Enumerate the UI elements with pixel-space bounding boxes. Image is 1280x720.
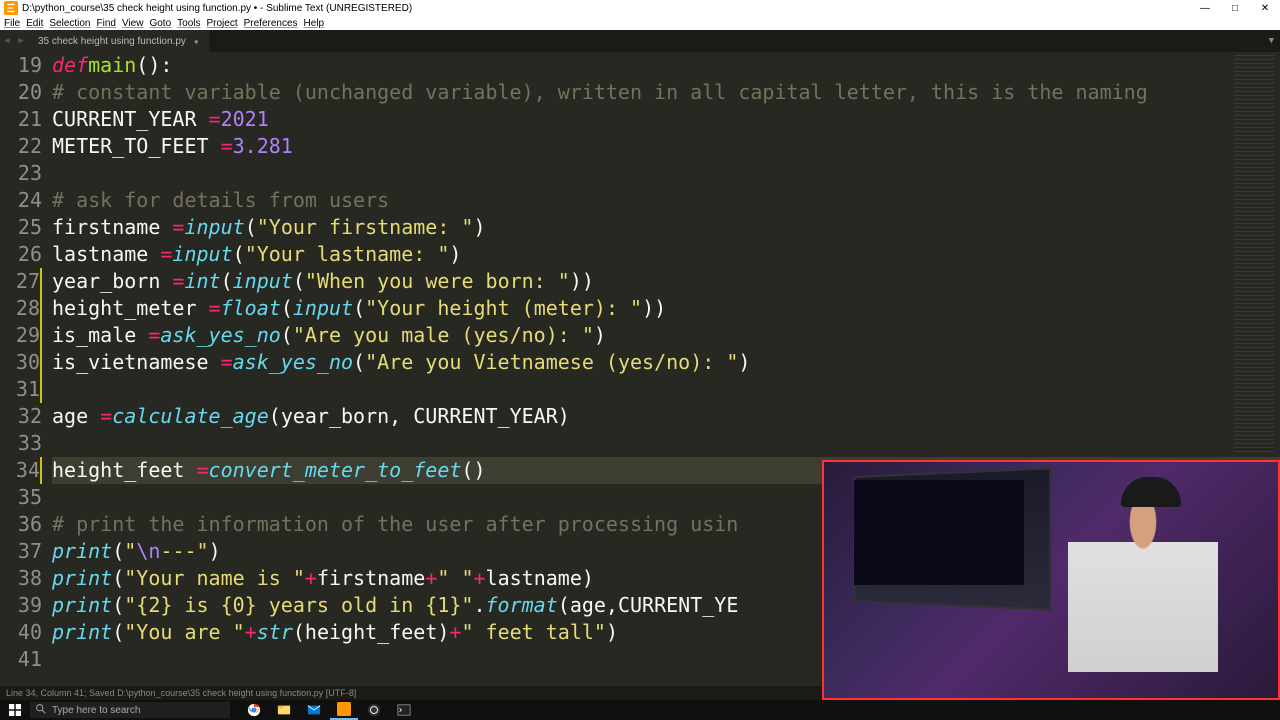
line-number: 21 [0,106,42,133]
code-line[interactable] [52,430,1280,457]
line-number: 36 [0,511,42,538]
menu-tools[interactable]: Tools [177,18,200,29]
line-number: 19 [0,52,42,79]
code-line[interactable]: # constant variable (unchanged variable)… [52,79,1280,106]
app-icon [4,1,18,15]
code-line[interactable]: year_born = int(input("When you were bor… [52,268,1280,295]
tab-overflow-button[interactable]: ▼ [1269,36,1280,46]
menu-selection[interactable]: Selection [49,18,90,29]
tab-dirty-icon: ● [194,37,199,46]
menu-goto[interactable]: Goto [149,18,171,29]
file-tab[interactable]: 35 check height using function.py ● [28,30,209,52]
taskbar-sublime-icon[interactable] [330,700,358,720]
taskbar-search[interactable]: Type here to search [30,702,230,718]
line-number: 22 [0,133,42,160]
line-number: 27 [0,268,42,295]
line-number: 25 [0,214,42,241]
start-button[interactable] [0,700,30,720]
menu-find[interactable]: Find [97,18,116,29]
line-number: 33 [0,430,42,457]
webcam-overlay [822,460,1280,700]
line-number: 29 [0,322,42,349]
code-line[interactable]: is_male = ask_yes_no("Are you male (yes/… [52,322,1280,349]
window-title: D:\python_course\35 check height using f… [22,3,1190,14]
code-line[interactable]: def main(): [52,52,1280,79]
line-number: 37 [0,538,42,565]
line-number: 31 [0,376,42,403]
line-number-gutter: 1920212223242526272829303132333435363738… [0,52,48,686]
windows-taskbar: Type here to search [0,700,1280,720]
line-number: 28 [0,295,42,322]
code-line[interactable]: firstname = input("Your firstname: ") [52,214,1280,241]
code-line[interactable]: # ask for details from users [52,187,1280,214]
menu-view[interactable]: View [122,18,144,29]
menu-help[interactable]: Help [304,18,325,29]
close-button[interactable]: ✕ [1250,0,1280,16]
line-number: 38 [0,565,42,592]
code-line[interactable] [52,376,1280,403]
taskbar-obs-icon[interactable] [360,700,388,720]
line-number: 24 [0,187,42,214]
code-line[interactable] [52,160,1280,187]
menu-preferences[interactable]: Preferences [244,18,298,29]
line-number: 40 [0,619,42,646]
line-number: 32 [0,403,42,430]
title-bar: D:\python_course\35 check height using f… [0,0,1280,16]
code-line[interactable]: height_meter = float(input("Your height … [52,295,1280,322]
line-number: 39 [0,592,42,619]
tab-label: 35 check height using function.py [38,36,186,47]
line-number: 30 [0,349,42,376]
code-line[interactable]: lastname = input("Your lastname: ") [52,241,1280,268]
search-icon [36,704,46,717]
menu-project[interactable]: Project [207,18,238,29]
webcam-person [1068,472,1218,672]
line-number: 26 [0,241,42,268]
search-placeholder: Type here to search [52,705,140,716]
nav-back-button[interactable]: ◀ [0,30,14,52]
windows-icon [9,704,21,716]
nav-forward-button[interactable]: ▶ [14,30,28,52]
line-number: 41 [0,646,42,673]
minimap[interactable] [1234,55,1274,455]
line-number: 20 [0,79,42,106]
code-line[interactable]: age = calculate_age(year_born, CURRENT_Y… [52,403,1280,430]
minimize-button[interactable]: — [1190,0,1220,16]
taskbar-terminal-icon[interactable] [390,700,418,720]
taskbar-chrome-icon[interactable] [240,700,268,720]
status-text: Line 34, Column 41; Saved D:\python_cour… [6,688,356,698]
taskbar-mail-icon[interactable] [300,700,328,720]
code-line[interactable]: METER_TO_FEET = 3.281 [52,133,1280,160]
menu-edit[interactable]: Edit [26,18,43,29]
tab-bar: ◀ ▶ 35 check height using function.py ● … [0,30,1280,52]
maximize-button[interactable]: □ [1220,0,1250,16]
taskbar-explorer-icon[interactable] [270,700,298,720]
menu-file[interactable]: File [4,18,20,29]
menu-bar: File Edit Selection Find View Goto Tools… [0,16,1280,30]
code-line[interactable]: is_vietnamese = ask_yes_no("Are you Viet… [52,349,1280,376]
code-line[interactable]: CURRENT_YEAR = 2021 [52,106,1280,133]
line-number: 34 [0,457,42,484]
line-number: 35 [0,484,42,511]
line-number: 23 [0,160,42,187]
